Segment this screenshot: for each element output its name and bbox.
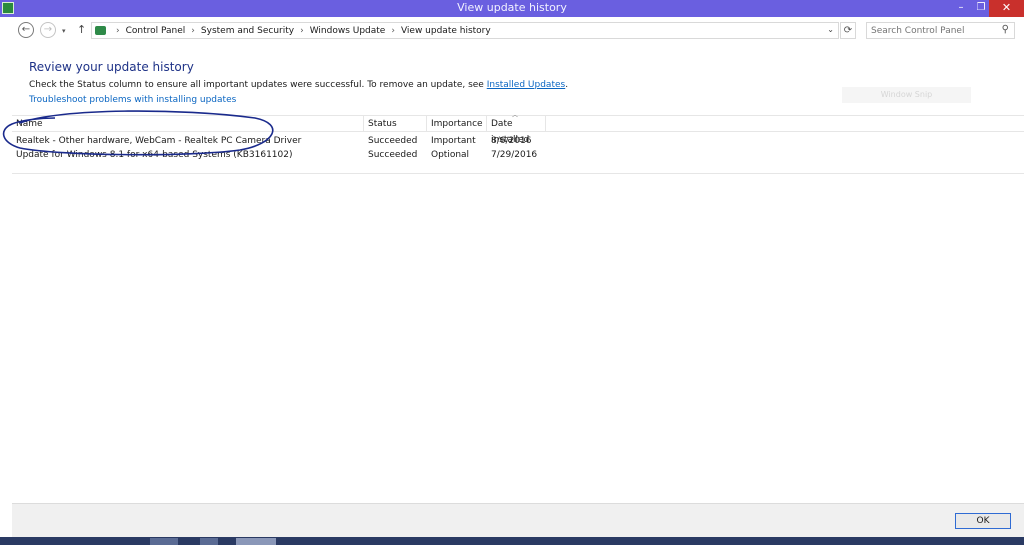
sort-ascending-icon: ︿ xyxy=(512,112,519,119)
update-importance: Important xyxy=(431,136,476,146)
control-panel-icon xyxy=(95,26,106,35)
taskbar xyxy=(0,537,1024,545)
description-text: Check the Status column to ensure all im… xyxy=(29,80,487,90)
window-snip-overlay: Window Snip xyxy=(842,87,971,103)
breadcrumb-view-update-history[interactable]: View update history xyxy=(401,26,491,36)
back-button[interactable]: ← xyxy=(18,22,34,38)
breadcrumb-windows-update[interactable]: Windows Update xyxy=(310,26,386,36)
update-status: Succeeded xyxy=(368,136,418,146)
table-row[interactable]: Update for Windows 8.1 for x64-based Sys… xyxy=(12,148,1024,162)
update-date: 7/29/2016 xyxy=(491,150,538,160)
installed-updates-link[interactable]: Installed Updates xyxy=(487,80,566,90)
window-title: View update history xyxy=(457,1,567,14)
update-status: Succeeded xyxy=(368,150,418,160)
column-header-status[interactable]: Status xyxy=(364,116,427,132)
recent-locations-icon[interactable]: ▾ xyxy=(62,27,66,35)
table-header: Name Status Importance Date installed ︿ xyxy=(12,112,1024,145)
taskbar-item[interactable] xyxy=(236,538,276,545)
taskbar-item[interactable] xyxy=(200,538,218,545)
update-history-table: Name Status Importance Date installed ︿ … xyxy=(12,112,1024,175)
breadcrumb-separator: › xyxy=(116,26,120,36)
breadcrumb: › Control Panel › System and Security › Windo… xyxy=(110,26,491,36)
update-name: Update for Windows 8.1 for x64-based Sys… xyxy=(16,150,293,160)
address-bar[interactable]: › Control Panel › System and Security › Windo… xyxy=(91,22,839,39)
column-header-importance[interactable]: Importance xyxy=(427,116,487,132)
refresh-button[interactable]: ⟳ xyxy=(840,22,856,39)
update-name: Realtek - Other hardware, WebCam - Realt… xyxy=(16,136,302,146)
breadcrumb-system-and-security[interactable]: System and Security xyxy=(201,26,294,36)
page-description: Check the Status column to ensure all im… xyxy=(29,80,568,90)
up-button[interactable]: ↑ xyxy=(77,23,86,36)
description-end: . xyxy=(565,80,569,90)
update-importance: Optional xyxy=(431,150,470,160)
update-history-window: View update history – ❐ ✕ ← → ▾ ↑ › Contr… xyxy=(0,0,1024,545)
update-date: 8/6/2016 xyxy=(491,136,532,146)
forward-button[interactable]: → xyxy=(40,22,56,38)
title-bar[interactable]: View update history – ❐ ✕ xyxy=(0,0,1024,17)
dialog-footer: OK xyxy=(12,503,1024,537)
breadcrumb-control-panel[interactable]: Control Panel xyxy=(126,26,186,36)
taskbar-item[interactable] xyxy=(150,538,178,545)
search-input[interactable] xyxy=(871,25,991,37)
breadcrumb-separator[interactable]: › xyxy=(391,26,395,36)
close-button[interactable]: ✕ xyxy=(989,0,1024,17)
minimize-button[interactable]: – xyxy=(950,0,972,17)
ok-button[interactable]: OK xyxy=(955,513,1011,529)
column-header-name[interactable]: Name xyxy=(12,116,364,132)
main-content: Review your update history Check the Sta… xyxy=(0,45,1024,503)
search-box[interactable]: ⚲ xyxy=(866,22,1015,39)
navigation-bar: ← → ▾ ↑ › Control Panel › System and Securi… xyxy=(0,18,1024,44)
search-icon[interactable]: ⚲ xyxy=(1002,24,1009,35)
table-row[interactable]: Realtek - Other hardware, WebCam - Realt… xyxy=(12,134,1024,148)
troubleshoot-link[interactable]: Troubleshoot problems with installing up… xyxy=(29,95,236,105)
breadcrumb-separator[interactable]: › xyxy=(191,26,195,36)
page-title: Review your update history xyxy=(29,60,194,74)
table-divider xyxy=(12,173,1024,174)
address-dropdown-icon[interactable]: ⌄ xyxy=(827,25,834,34)
breadcrumb-separator[interactable]: › xyxy=(300,26,304,36)
